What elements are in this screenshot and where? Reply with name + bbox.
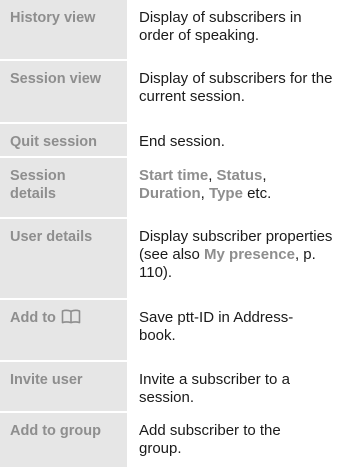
description-cell: Add subscriber to the group. <box>127 413 345 469</box>
term-label: Quit session <box>10 134 98 150</box>
table-row-session-details: Session details Start time, Status, Dura… <box>0 158 345 219</box>
term-label: Add to <box>10 310 56 326</box>
description-cell: Save ptt-ID in Address-book. <box>127 300 345 362</box>
term-cell: Session view <box>0 61 127 124</box>
field-start-time: Start time <box>139 167 209 184</box>
term-label: Add to group <box>10 423 102 439</box>
description-text: Display of subscribers in order of speak… <box>139 9 302 44</box>
table-row-history-view: History view Display of subscribers in o… <box>0 0 345 61</box>
description-cell: Invite a subscriber to a session. <box>127 362 345 413</box>
table-row-invite-user: Invite user Invite a subscriber to a ses… <box>0 362 345 413</box>
options-table: History view Display of subscribers in o… <box>0 0 345 469</box>
my-presence-link[interactable]: My presence <box>204 246 295 263</box>
description-cell: Display of subscribers for the current s… <box>127 61 345 124</box>
field-status: Status <box>216 167 263 184</box>
description-text: Add subscriber to the group. <box>139 422 281 457</box>
term-label: Session details <box>10 168 66 202</box>
table-row-add-to-addressbook: Add to Save ptt-ID in Address-book. <box>0 300 345 362</box>
separator: , <box>208 167 217 184</box>
term-label: History view <box>10 10 96 26</box>
term-cell: Add to group <box>0 413 127 469</box>
term-cell: History view <box>0 0 127 61</box>
separator: , <box>200 185 210 202</box>
term-cell: Session details <box>0 158 127 219</box>
description-cell: Display of subscribers in order of speak… <box>127 0 345 61</box>
field-duration: Duration <box>139 185 201 202</box>
field-type: Type <box>209 185 243 202</box>
term-cell: Invite user <box>0 362 127 413</box>
address-book-icon <box>61 309 81 324</box>
description-cell: End session. <box>127 124 345 158</box>
description-text: Display of subscribers for the current s… <box>139 70 333 105</box>
description-text: Save ptt-ID in Address-book. <box>139 309 294 344</box>
description-text: Invite a subscriber to a session. <box>139 371 290 406</box>
term-label: Invite user <box>10 372 83 388</box>
term-cell: Add to <box>0 300 127 362</box>
table-row-add-to-group: Add to group Add subscriber to the group… <box>0 413 345 469</box>
term-cell: User details <box>0 219 127 300</box>
description-cell: Display subscriber properties (see also … <box>127 219 345 300</box>
term-cell: Quit session <box>0 124 127 158</box>
description-cell: Start time, Status, Duration, Type etc. <box>127 158 345 219</box>
table-row-quit-session: Quit session End session. <box>0 124 345 158</box>
table-row-user-details: User details Display subscriber properti… <box>0 219 345 300</box>
table-row-session-view: Session view Display of subscribers for … <box>0 61 345 124</box>
term-label: Session view <box>10 71 102 87</box>
term-label: User details <box>10 229 93 245</box>
separator: , <box>262 167 267 184</box>
description-text: End session. <box>139 133 225 150</box>
description-tail: etc. <box>242 185 272 202</box>
